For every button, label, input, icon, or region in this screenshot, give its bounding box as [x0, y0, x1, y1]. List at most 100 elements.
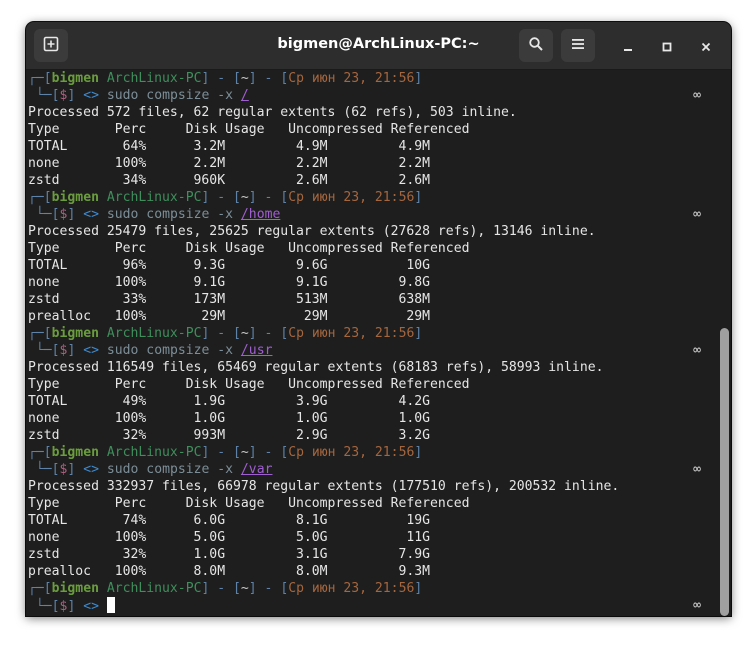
table-row: none 100% 2.2M 2.2M 2.2M [28, 156, 431, 171]
table-header: Type Perc Disk Usage Uncompressed Refere… [28, 496, 470, 511]
table-header: Type Perc Disk Usage Uncompressed Refere… [28, 377, 470, 392]
prompt-line: ┌─[bigmen ArchLinux-PC] - [~] - [Ср июн … [26, 444, 731, 461]
infinity-icon: ∞ [693, 88, 701, 103]
command-text: sudo compsize -x [106, 207, 234, 222]
table-row: zstd 34% 960K 2.6M 2.6M [28, 173, 431, 188]
command-line: └─[$] <> sudo compsize -x /var ∞ [26, 461, 731, 478]
command-line: └─[$] <> sudo compsize -x /home ∞ [26, 206, 731, 223]
prompt-separator: ] - [ [248, 190, 289, 205]
infinity-icon: ∞ [693, 207, 701, 222]
prompt-date: Ср июн 23, 21:56 [288, 326, 415, 341]
close-button[interactable] [696, 36, 716, 56]
menu-button[interactable] [561, 29, 595, 62]
prompt-separator: ] - [ [201, 445, 241, 460]
table-row: TOTAL 74% 6.0G 8.1G 19G [28, 513, 431, 528]
prompt-bracket: └─[ [35, 599, 60, 614]
table-row: prealloc 100% 8.0M 8.0M 9.3M [28, 564, 431, 579]
prompt-bracket: ] [414, 190, 423, 205]
minimize-button[interactable] [618, 36, 638, 56]
prompt-user: bigmen [51, 581, 99, 596]
prompt-path: ~ [240, 326, 249, 341]
maximize-button[interactable] [657, 36, 677, 56]
command-argument[interactable]: /home [241, 207, 280, 222]
minimize-icon [623, 37, 633, 56]
prompt-user: bigmen [51, 326, 99, 341]
prompt-date: Ср июн 23, 21:56 [288, 445, 415, 460]
prompt-line: ┌─[bigmen ArchLinux-PC] - [~] - [Ср июн … [26, 580, 731, 597]
table-header: Type Perc Disk Usage Uncompressed Refere… [28, 241, 470, 256]
terminal-window: bigmen@ArchLinux-PC:~ ┌─[bigmen ArchLinu… [26, 22, 731, 616]
prompt-path: ~ [240, 190, 249, 205]
table-row: zstd 32% 1.0G 3.1G 7.9G [28, 547, 431, 562]
infinity-icon: ∞ [693, 343, 701, 358]
command-text: sudo compsize -x [106, 462, 234, 477]
table-row: TOTAL 64% 3.2M 4.9M 4.9M [28, 139, 431, 154]
infinity-icon: ∞ [693, 598, 701, 613]
prompt-path: ~ [240, 445, 249, 460]
scrollbar-thumb[interactable] [720, 328, 729, 616]
prompt-bracket: └─[ [35, 207, 60, 222]
prompt-separator: ] - [ [248, 326, 289, 341]
search-button[interactable] [519, 29, 553, 62]
table-row: zstd 32% 993M 2.9G 3.2G [28, 428, 431, 443]
terminal-output[interactable]: ┌─[bigmen ArchLinux-PC] - [~] - [Ср июн … [26, 70, 731, 616]
prompt-line: ┌─[bigmen ArchLinux-PC] - [~] - [Ср июн … [26, 325, 731, 342]
close-icon [701, 37, 711, 56]
table-row: none 100% 1.0G 1.0G 1.0G [28, 411, 431, 426]
maximize-icon [662, 37, 672, 56]
table-row: zstd 33% 173M 513M 638M [28, 292, 431, 307]
prompt-host: ArchLinux-PC [106, 71, 202, 86]
table-row: prealloc 100% 29M 29M 29M [28, 309, 431, 324]
prompt-separator: ] - [ [248, 71, 289, 86]
hamburger-menu-icon [571, 36, 585, 55]
prompt-bracket: ] [414, 71, 423, 86]
prompt-separator: ] - [ [248, 445, 289, 460]
prompt-arrows: <> [83, 599, 99, 614]
command-argument[interactable]: / [241, 88, 249, 103]
active-prompt-line[interactable]: └─[$] <> ∞ [26, 597, 731, 614]
command-argument[interactable]: /var [241, 462, 273, 477]
prompt-user: bigmen [51, 71, 99, 86]
prompt-date: Ср июн 23, 21:56 [288, 190, 415, 205]
prompt-separator: ] - [ [201, 326, 241, 341]
prompt-separator: ] - [ [201, 581, 241, 596]
prompt-arrows: <> [83, 88, 99, 103]
command-line: └─[$] <> sudo compsize -x / ∞ [26, 87, 731, 104]
command-text: sudo compsize -x [106, 343, 234, 358]
prompt-arrows: <> [83, 343, 99, 358]
prompt-bracket: ┌─[ [28, 581, 52, 596]
table-row: none 100% 5.0G 5.0G 11G [28, 530, 431, 545]
prompt-host: ArchLinux-PC [106, 190, 202, 205]
command-argument[interactable]: /usr [241, 343, 273, 358]
title-bar[interactable]: bigmen@ArchLinux-PC:~ [26, 22, 731, 70]
prompt-path: ~ [240, 71, 249, 86]
prompt-bracket: ] [414, 326, 423, 341]
prompt-bracket: ] [414, 445, 423, 460]
table-row: TOTAL 49% 1.9G 3.9G 4.2G [28, 394, 431, 409]
prompt-arrows: <> [83, 462, 99, 477]
prompt-bracket: ┌─[ [28, 445, 52, 460]
processed-summary: Processed 25479 files, 25625 regular ext… [28, 224, 596, 239]
prompt-bracket: ┌─[ [28, 326, 52, 341]
prompt-bracket: ┌─[ [28, 190, 52, 205]
prompt-bracket: └─[ [35, 88, 60, 103]
prompt-date: Ср июн 23, 21:56 [288, 581, 415, 596]
prompt-bracket: └─[ [35, 343, 60, 358]
prompt-user: bigmen [51, 445, 99, 460]
prompt-bracket: └─[ [35, 462, 60, 477]
prompt-line: ┌─[bigmen ArchLinux-PC] - [~] - [Ср июн … [26, 70, 731, 87]
prompt-user: bigmen [51, 190, 99, 205]
prompt-bracket: ] [414, 581, 423, 596]
prompt-separator: ] - [ [248, 581, 289, 596]
command-text: sudo compsize -x [106, 88, 234, 103]
prompt-host: ArchLinux-PC [106, 445, 202, 460]
processed-summary: Processed 116549 files, 65469 regular ex… [28, 360, 604, 375]
prompt-line: ┌─[bigmen ArchLinux-PC] - [~] - [Ср июн … [26, 189, 731, 206]
table-row: TOTAL 96% 9.3G 9.6G 10G [28, 258, 431, 273]
prompt-date: Ср июн 23, 21:56 [288, 71, 415, 86]
prompt-arrows: <> [83, 207, 99, 222]
command-line: └─[$] <> sudo compsize -x /usr ∞ [26, 342, 731, 359]
processed-summary: Processed 572 files, 62 regular extents … [28, 105, 517, 120]
prompt-path: ~ [240, 581, 249, 596]
table-header: Type Perc Disk Usage Uncompressed Refere… [28, 122, 470, 137]
